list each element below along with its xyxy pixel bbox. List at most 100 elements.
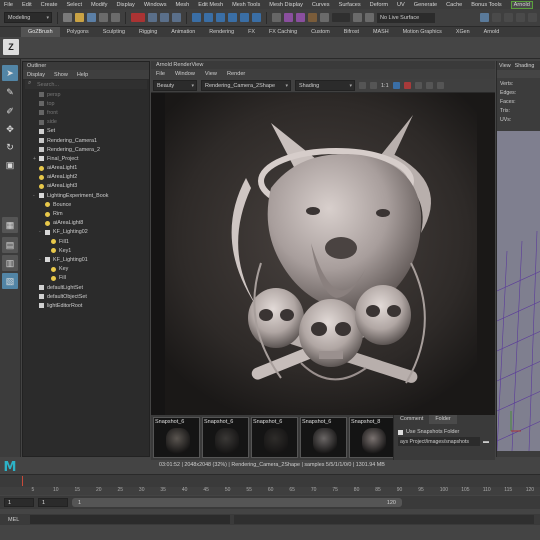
shelf-tab-motion-graphics[interactable]: Motion Graphics: [396, 27, 449, 37]
outliner-item[interactable]: aiAreaLight3: [23, 182, 149, 191]
menu-item-display[interactable]: Display: [116, 2, 134, 8]
construction-history-icon[interactable]: [272, 13, 281, 22]
fit-view-icon[interactable]: [370, 82, 377, 89]
ipr-render-icon[interactable]: [296, 13, 305, 22]
paint-select-icon[interactable]: ✐: [2, 103, 18, 119]
four-view-icon[interactable]: ▤: [2, 237, 18, 253]
menu-item-generate[interactable]: Generate: [414, 2, 437, 8]
channel-rgb-icon[interactable]: [359, 82, 366, 89]
shelf-tab-fx[interactable]: FX: [241, 27, 262, 37]
shelf-tab-bifrost[interactable]: Bifrost: [337, 27, 366, 37]
use-snapshots-folder-checkbox[interactable]: [398, 429, 403, 435]
persp-outliner-layout-icon[interactable]: ▥: [2, 255, 18, 271]
snap-curve-icon[interactable]: [204, 13, 213, 22]
snap-surface-icon[interactable]: [252, 13, 261, 22]
outliner-item[interactable]: Key: [23, 265, 149, 274]
scale-tool-icon[interactable]: ▣: [2, 157, 18, 173]
shelf-tab-xgen[interactable]: XGen: [449, 27, 477, 37]
sign-in-icon[interactable]: [492, 13, 501, 22]
time-slider[interactable]: 5 10 15 20 25 30 35 40 45 50 55 60 65 70 75 80 85 90 95 100…: [0, 474, 540, 495]
menu-item-surfaces[interactable]: Surfaces: [339, 2, 361, 8]
start-frame-field[interactable]: 1: [4, 498, 34, 507]
outliner-item[interactable]: Bounce: [23, 200, 149, 209]
snapshot-thumbnail[interactable]: Snapshot_8: [349, 417, 396, 458]
expand-toggle-icon[interactable]: -: [33, 193, 38, 199]
open-scene-icon[interactable]: [75, 13, 84, 22]
redo-icon[interactable]: [111, 13, 120, 22]
shelf-tab-animation[interactable]: Animation: [164, 27, 202, 37]
outliner-item[interactable]: Key1: [23, 246, 149, 255]
zoom-1to1-label[interactable]: 1:1: [381, 83, 389, 89]
render-setup-icon[interactable]: [332, 13, 350, 22]
menu-item-create[interactable]: Create: [41, 2, 58, 8]
aov-dropdown[interactable]: Beauty ▾: [153, 80, 197, 91]
menu-item-cache[interactable]: Cache: [446, 2, 462, 8]
outliner-item[interactable]: Set: [23, 127, 149, 136]
menu-item-modify[interactable]: Modify: [91, 2, 107, 8]
snapshot-thumbnail[interactable]: Snapshot_6: [251, 417, 298, 458]
outliner-item[interactable]: aiAreaLight1: [23, 164, 149, 173]
outliner-item[interactable]: Rendering_Camera1: [23, 136, 149, 145]
menu-item-bonus-tools[interactable]: Bonus Tools: [471, 2, 501, 8]
outliner-item[interactable]: - KF_Lighting02: [23, 228, 149, 237]
outliner-layout-icon[interactable]: ▧: [2, 273, 18, 289]
current-frame-field[interactable]: 1: [38, 498, 68, 507]
snap-view-plane-icon[interactable]: [228, 13, 237, 22]
shelf-tab-rendering[interactable]: Rendering: [202, 27, 241, 37]
magnet-icon[interactable]: [365, 13, 374, 22]
snap-point-icon[interactable]: [216, 13, 225, 22]
region-icon[interactable]: [425, 82, 433, 89]
outliner-item[interactable]: aiAreaLight2: [23, 173, 149, 182]
menu-item-arnold[interactable]: Arnold: [510, 0, 533, 9]
shelf-gear-icon[interactable]: [5, 28, 17, 36]
snapshot-icon[interactable]: [436, 82, 444, 89]
snap-grid-icon[interactable]: [192, 13, 201, 22]
render-start-icon[interactable]: [392, 82, 400, 89]
renderview-menu-view[interactable]: View: [205, 71, 217, 77]
render-stop-icon[interactable]: [403, 82, 411, 89]
render-frame-icon[interactable]: [284, 13, 293, 22]
outliner-item[interactable]: aiAreaLight8: [23, 219, 149, 228]
outliner-search-input[interactable]: ⌕ Search...: [25, 80, 147, 89]
channel-box-icon[interactable]: [516, 13, 525, 22]
new-scene-icon[interactable]: [63, 13, 72, 22]
renderview-menu-render[interactable]: Render: [227, 71, 245, 77]
time-slider-track[interactable]: [0, 475, 540, 487]
menu-item-edit-mesh[interactable]: Edit Mesh: [198, 2, 223, 8]
camera-dropdown[interactable]: Rendering_Camera_2Shape ▾: [201, 80, 291, 91]
modeling-toolkit-icon[interactable]: [504, 13, 513, 22]
shelf-tab-gozbrush[interactable]: GoZBrush: [21, 27, 60, 37]
renderview-menu-window[interactable]: Window: [175, 71, 195, 77]
menu-item-curves[interactable]: Curves: [312, 2, 330, 8]
menu-item-deform[interactable]: Deform: [370, 2, 388, 8]
outliner-item[interactable]: - LightingExperiment_Book: [23, 191, 149, 200]
menu-item-mesh[interactable]: Mesh: [176, 2, 190, 8]
shelf-tab-custom[interactable]: Custom: [304, 27, 337, 37]
rotate-tool-icon[interactable]: ↻: [2, 139, 18, 155]
outliner-item[interactable]: front: [23, 108, 149, 117]
outliner-item[interactable]: lightEditorRoot: [23, 301, 149, 310]
outliner-menu-help[interactable]: Help: [77, 72, 88, 78]
symmetry-icon[interactable]: [480, 13, 489, 22]
current-time-marker[interactable]: [22, 476, 23, 486]
shelf-tab-rigging[interactable]: Rigging: [132, 27, 164, 37]
outliner-item[interactable]: Fill1: [23, 237, 149, 246]
outliner-item[interactable]: Fill: [23, 274, 149, 283]
folder-icon[interactable]: ▬: [483, 439, 489, 445]
shelf-tab-fx-caching[interactable]: FX Caching: [262, 27, 304, 37]
outliner-menu-show[interactable]: Show: [54, 72, 68, 78]
render-image[interactable]: [151, 93, 495, 415]
renderview-menu-file[interactable]: File: [156, 71, 165, 77]
outliner-item[interactable]: defaultObjectSet: [23, 292, 149, 301]
move-tool-icon[interactable]: ✥: [2, 121, 18, 137]
refresh-icon[interactable]: [414, 82, 422, 89]
workspace-dropdown[interactable]: Modeling ▾: [4, 12, 52, 23]
menu-item-windows[interactable]: Windows: [144, 2, 167, 8]
light-editor-icon[interactable]: [353, 13, 362, 22]
menu-item-mesh-tools[interactable]: Mesh Tools: [232, 2, 260, 8]
mel-command-input[interactable]: [30, 515, 230, 524]
outliner-item[interactable]: Rendering_Camera_2: [23, 145, 149, 154]
render-settings-icon[interactable]: [308, 13, 317, 22]
expand-toggle-icon[interactable]: -: [39, 257, 44, 263]
expand-toggle-icon[interactable]: +: [33, 156, 38, 162]
